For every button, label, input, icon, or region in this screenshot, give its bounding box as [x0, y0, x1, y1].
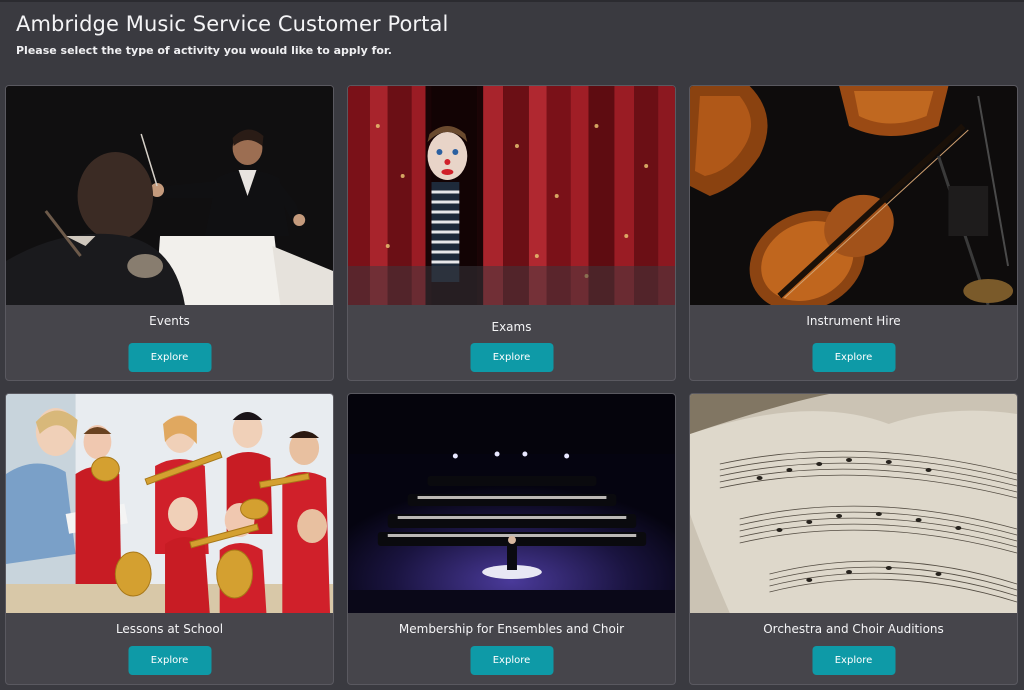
- school-brass-photo: [6, 394, 333, 613]
- activity-card-auditions[interactable]: Orchestra and Choir Auditions Explore: [689, 393, 1018, 685]
- card-label: Instrument Hire: [806, 314, 901, 328]
- card-label: Events: [149, 314, 190, 328]
- activity-card-exams[interactable]: Exams Explore: [347, 85, 676, 381]
- conductor-photo: [6, 86, 333, 305]
- card-label: Orchestra and Choir Auditions: [763, 622, 944, 636]
- explore-button-exams[interactable]: Explore: [470, 343, 553, 372]
- explore-button-events[interactable]: Explore: [128, 343, 211, 372]
- sheet-music-photo: [690, 394, 1017, 613]
- concert-band-photo: [348, 394, 675, 613]
- explore-button-instrument-hire[interactable]: Explore: [812, 343, 895, 372]
- explore-button-membership[interactable]: Explore: [470, 646, 553, 675]
- activity-card-lessons-at-school[interactable]: Lessons at School Explore: [5, 393, 334, 685]
- card-label: Membership for Ensembles and Choir: [398, 622, 625, 636]
- activity-card-instrument-hire[interactable]: Instrument Hire Explore: [689, 85, 1018, 381]
- stage-curtain-photo: [348, 86, 675, 305]
- card-label: Exams: [491, 320, 532, 334]
- card-label: Lessons at School: [115, 622, 224, 636]
- explore-button-auditions[interactable]: Explore: [812, 646, 895, 675]
- explore-button-lessons-at-school[interactable]: Explore: [128, 646, 211, 675]
- page-header: Ambridge Music Service Customer Portal P…: [16, 12, 448, 57]
- activity-card-events[interactable]: Events Explore: [5, 85, 334, 381]
- page-subtitle: Please select the type of activity you w…: [16, 44, 392, 57]
- top-border: [0, 0, 1024, 2]
- activity-card-membership[interactable]: Membership for Ensembles and Choir Explo…: [347, 393, 676, 685]
- activity-grid: Events Explore Exams Explore Instrument …: [5, 85, 1018, 685]
- page-title: Ambridge Music Service Customer Portal: [16, 12, 449, 36]
- cellos-photo: [690, 86, 1017, 305]
